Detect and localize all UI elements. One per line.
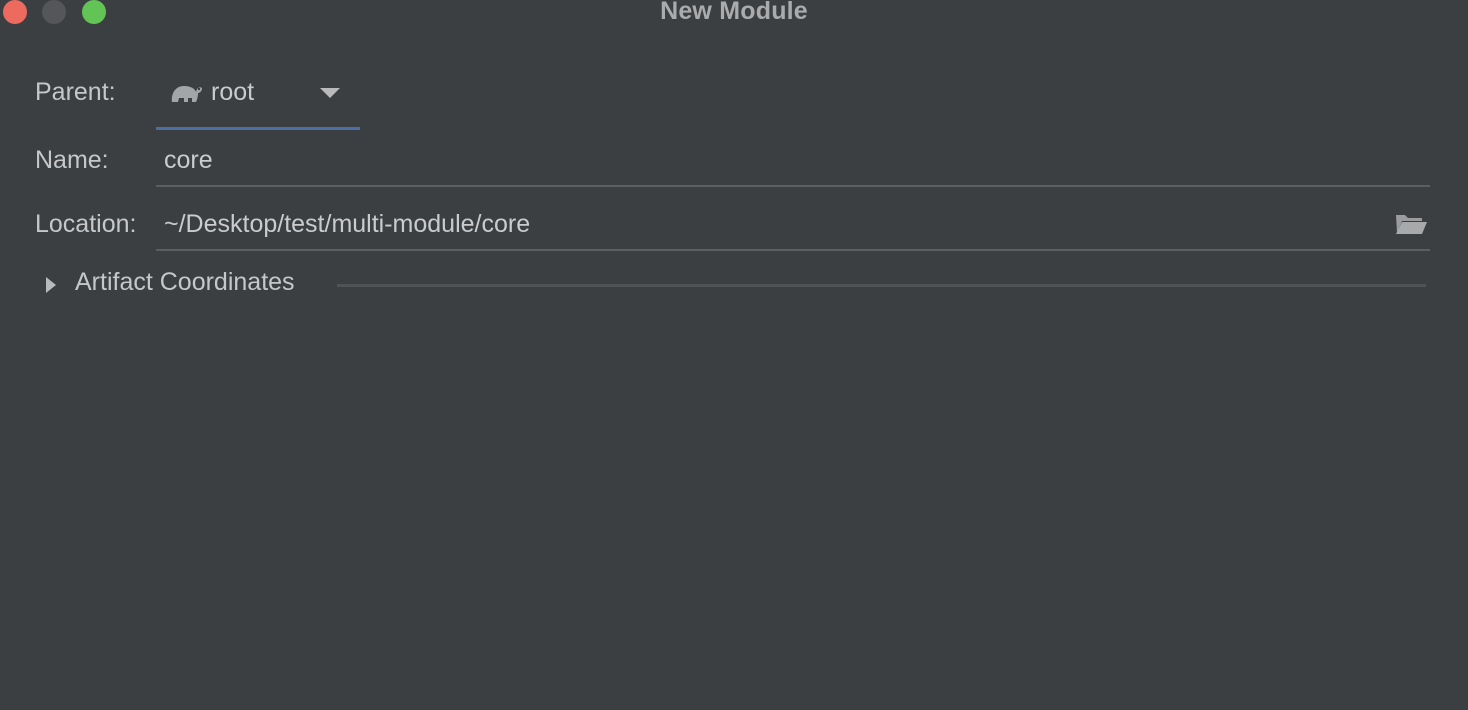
name-input[interactable] (164, 137, 1364, 183)
parent-label: Parent: (35, 78, 116, 106)
chevron-down-icon (320, 88, 340, 98)
folder-open-icon[interactable] (1394, 211, 1428, 237)
name-field[interactable] (156, 137, 1430, 187)
new-module-dialog: New Module Parent: root Name: Location: … (0, 0, 1468, 710)
gradle-elephant-icon (171, 86, 202, 102)
name-label: Name: (35, 146, 109, 174)
parent-focus-underline (156, 127, 360, 130)
location-label: Location: (35, 210, 137, 238)
parent-value: root (211, 78, 255, 106)
location-field[interactable] (156, 201, 1430, 251)
parent-dropdown[interactable]: root (156, 68, 360, 130)
window-title: New Module (660, 0, 808, 25)
chevron-right-icon (46, 277, 56, 293)
location-input[interactable] (164, 201, 1364, 247)
artifact-expand-toggle[interactable] (44, 275, 60, 297)
artifact-coordinates-label[interactable]: Artifact Coordinates (75, 268, 295, 297)
section-divider (337, 284, 1426, 287)
